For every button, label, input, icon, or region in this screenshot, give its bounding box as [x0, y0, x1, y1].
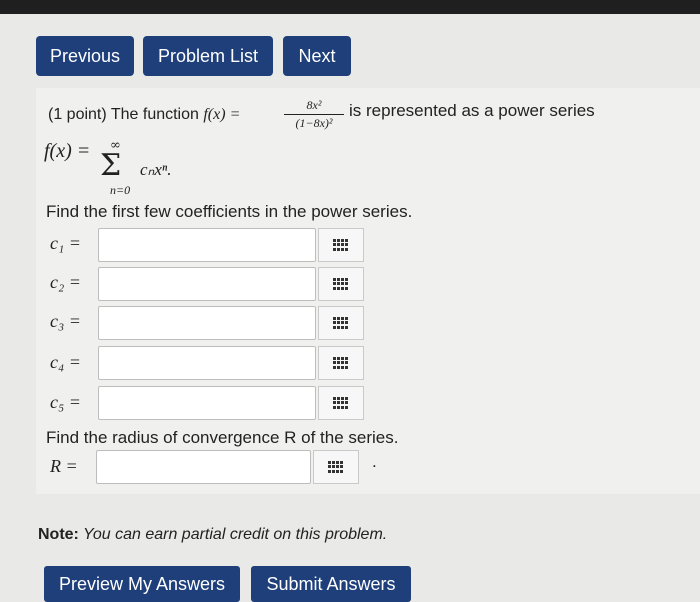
top-strip [0, 0, 700, 14]
c2-input[interactable] [98, 267, 316, 301]
preview-answers-button[interactable]: Preview My Answers [44, 566, 240, 602]
radius-label: R = [50, 456, 78, 476]
series-lhs: f(x) = [44, 140, 91, 162]
partial-credit-note: Note: You can earn partial credit on thi… [38, 526, 387, 544]
note-label: Note: [38, 526, 79, 543]
sum-symbol: Σ [100, 148, 122, 183]
c5-equation-editor-button[interactable] [318, 386, 364, 420]
radius-period: . [372, 452, 377, 471]
c3-equation-editor-button[interactable] [318, 306, 364, 340]
previous-button[interactable]: Previous [36, 36, 134, 76]
next-button[interactable]: Next [283, 36, 351, 76]
c4-input[interactable] [98, 346, 316, 380]
radius-input[interactable] [96, 450, 311, 484]
c1-equation-editor-button[interactable] [318, 228, 364, 262]
c3-label: c₃ = [50, 311, 81, 331]
c1-input[interactable] [98, 228, 316, 262]
fraction-numerator: 8x² [284, 98, 344, 115]
fraction-denominator: (1−8x)² [295, 116, 333, 130]
grid-icon [333, 317, 349, 329]
coefficients-prompt: Find the first few coefficients in the p… [46, 202, 413, 221]
radius-equation-editor-button[interactable] [313, 450, 359, 484]
c2-equation-editor-button[interactable] [318, 267, 364, 301]
grid-icon [333, 239, 349, 251]
function-fraction: 8x² (1−8x)² [284, 98, 344, 131]
grid-icon [328, 461, 344, 473]
c4-label: c₄ = [50, 352, 81, 372]
statement-tail: is represented as a power series [349, 101, 595, 120]
problem-statement: (1 point) The function f(x) = [48, 106, 240, 124]
points-text: (1 point) The function [48, 106, 199, 123]
grid-icon [333, 357, 349, 369]
c5-label: c₅ = [50, 392, 81, 412]
grid-icon [333, 397, 349, 409]
problem-list-button[interactable]: Problem List [143, 36, 273, 76]
c4-equation-editor-button[interactable] [318, 346, 364, 380]
sum-lower-limit: n=0 [110, 183, 131, 197]
sum-term: cₙxⁿ. [140, 160, 172, 179]
grid-icon [333, 278, 349, 290]
c5-input[interactable] [98, 386, 316, 420]
c3-input[interactable] [98, 306, 316, 340]
c2-label: c₂ = [50, 272, 81, 292]
function-lhs: f(x) = [203, 106, 241, 123]
submit-answers-button[interactable]: Submit Answers [251, 566, 411, 602]
note-text: You can earn partial credit on this prob… [78, 526, 388, 543]
radius-prompt: Find the radius of convergence R of the … [46, 428, 399, 447]
c1-label: c₁ = [50, 233, 81, 253]
